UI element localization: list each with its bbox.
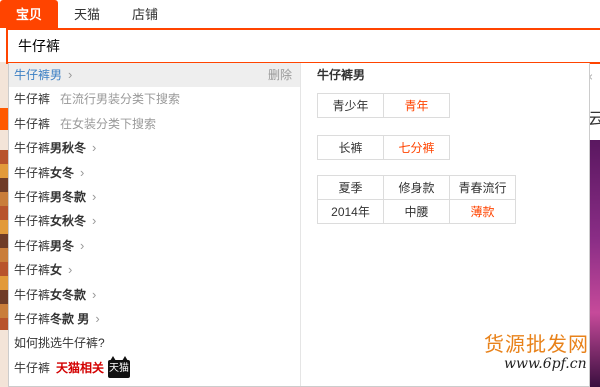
suggestion-keyword: 牛仔裤男 [14,68,63,82]
attribute-option[interactable]: 青年 [383,93,450,118]
suggestion-item[interactable]: 牛仔裤男冬 › [9,234,300,258]
chevron-right-icon[interactable]: › [92,209,96,233]
suggestion-keyword: 牛仔裤 [14,311,51,326]
watermark-url: www.6pf.cn [504,356,587,372]
tab-baobei[interactable]: 宝贝 [0,0,59,28]
attribute-group-age: 青少年 青年 [317,93,450,118]
attribute-group-length: 长裤 七分裤 [317,135,450,160]
suggestion-keyword: 牛仔裤 [14,116,51,131]
attribute-option[interactable]: 七分裤 [383,135,450,160]
suggestion-keyword: 牛仔裤 [14,287,51,302]
suggestion-suffix: 女冬款 [50,287,87,302]
suggestion-item[interactable]: 牛仔裤女冬 › [9,161,300,185]
suggestion-list: 牛仔裤男 › 删除 牛仔裤 在流行男装分类下搜索 牛仔裤 在女装分类下搜索 牛仔裤男秋… [9,63,301,386]
suggestion-category: 在流行男装分类下搜索 [60,92,181,107]
suggestion-suffix: 男冬 [50,238,75,253]
search-tabs: 宝贝 天猫 店铺 [0,0,600,28]
suggestion-keyword: 牛仔裤 [14,360,51,375]
suggestion-keyword: 牛仔裤 [14,165,51,180]
attribute-option[interactable]: 2014年 [317,199,384,224]
watermark: 货源批发网 www.6pf.cn [484,328,600,386]
suggestion-suffix: 女冬 [50,165,75,180]
suggestion-keyword: 牛仔裤 [14,92,51,107]
attribute-option[interactable]: 薄款 [449,199,516,224]
tmall-cat-icon: 天猫 [108,355,131,378]
suggestion-suffix: 女 [50,263,63,278]
suggestion-item[interactable]: 牛仔裤男 › 删除 [9,63,300,88]
suggestion-keyword: 牛仔裤 [14,141,51,156]
suggestion-category: 在女装分类下搜索 [60,116,157,131]
chevron-right-icon[interactable]: › [80,234,84,258]
chevron-right-icon[interactable]: › [92,136,96,160]
chevron-right-icon[interactable]: › [68,63,72,87]
suggestion-item[interactable]: 牛仔裤男秋冬 › [9,136,300,160]
chevron-right-icon[interactable]: › [95,307,99,331]
chevron-right-icon[interactable]: › [68,258,72,282]
suggestion-item[interactable]: 牛仔裤 在女装分类下搜索 [9,112,300,136]
attribute-option[interactable]: 青少年 [317,93,384,118]
tab-tmall[interactable]: 天猫 [58,0,116,28]
suggestion-item-tmall[interactable]: 牛仔裤 天猫相关 天猫 [9,355,300,380]
tab-shop[interactable]: 店铺 [116,0,174,28]
suggestion-item[interactable]: 如何挑选牛仔裤? [9,331,300,355]
suggestion-keyword: 牛仔裤 [14,263,51,278]
chevron-right-icon[interactable]: › [92,185,96,209]
suggestion-item[interactable]: 牛仔裤女秋冬 › [9,209,300,233]
tmall-related-label: 天猫相关 [56,360,105,375]
attribute-option[interactable]: 修身款 [383,175,450,200]
suggestion-suffix: 男秋冬 [50,141,87,156]
suggestion-item[interactable]: 牛仔裤冬款 男 › [9,307,300,331]
suggestion-suffix: 女秋冬 [50,214,87,229]
attribute-title: 牛仔裤男 [317,68,366,82]
suggestion-item[interactable]: 牛仔裤女 › [9,258,300,282]
search-input[interactable] [8,30,600,62]
suggestion-suffix: 冬款 男 [50,311,90,326]
search-box [6,28,600,64]
attribute-group-style: 夏季 修身款 青春流行 2014年 中腰 薄款 [317,175,516,224]
suggestion-item[interactable]: 牛仔裤 在流行男装分类下搜索 [9,87,300,111]
suggestion-keyword: 牛仔裤 [14,238,51,253]
attribute-option[interactable]: 中腰 [383,199,450,224]
chevron-right-icon[interactable]: › [80,161,84,185]
attribute-option[interactable]: 青春流行 [449,175,516,200]
suggestion-keyword: 如何挑选牛仔裤? [14,336,105,351]
chevron-right-icon[interactable]: › [92,283,96,307]
suggestion-suffix: 男冬款 [50,189,87,204]
attribute-option[interactable]: 夏季 [317,175,384,200]
delete-link[interactable]: 删除 [268,63,292,87]
suggestion-item[interactable]: 牛仔裤女冬款 › [9,283,300,307]
suggestion-item[interactable]: 牛仔裤男冬款 › [9,185,300,209]
watermark-text: 货源批发网 [484,332,589,356]
attribute-option[interactable]: 长裤 [317,135,384,160]
suggestion-keyword: 牛仔裤 [14,214,51,229]
suggestion-keyword: 牛仔裤 [14,189,51,204]
